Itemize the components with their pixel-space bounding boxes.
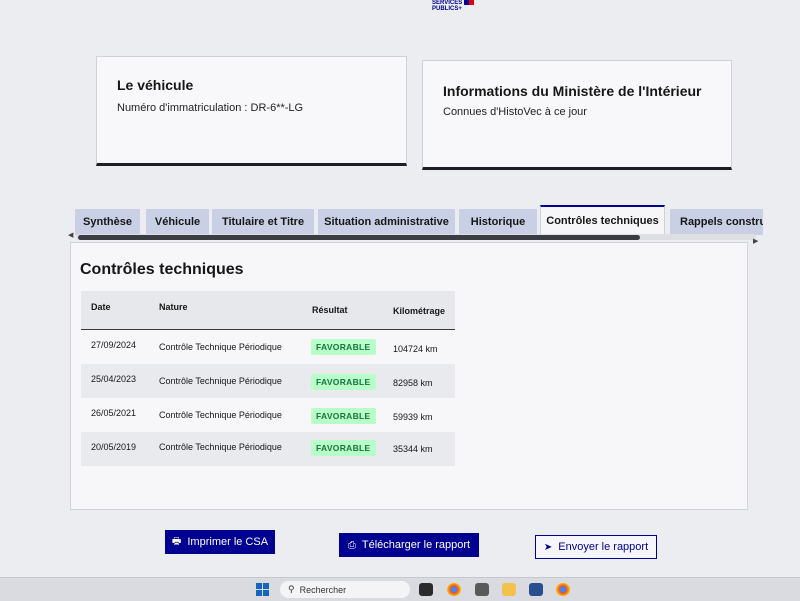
- vehicle-card-title: Le véhicule: [117, 77, 194, 93]
- tab-vehicule[interactable]: Véhicule: [146, 209, 209, 235]
- tab-synthese[interactable]: Synthèse: [75, 209, 140, 235]
- table-header: Date Nature Résultat Kilométrage: [81, 291, 455, 330]
- brand-text: SERVICES PUBLICS+: [432, 0, 463, 12]
- controles-panel: Contrôles techniques Date Nature Résulta…: [70, 242, 748, 510]
- col-date: Date: [91, 302, 111, 312]
- tab-historique[interactable]: Historique: [459, 209, 537, 235]
- controles-table: Date Nature Résultat Kilométrage 27/09/2…: [81, 291, 455, 466]
- taskbar-search-input[interactable]: ⚲ Rechercher: [280, 581, 410, 598]
- download-icon: ⎙: [347, 539, 356, 551]
- tab-titulaire[interactable]: Titulaire et Titre: [212, 209, 314, 235]
- plate-label: Numéro d'immatriculation : DR-6**-LG: [117, 102, 304, 114]
- row-date: 26/05/2021: [91, 408, 137, 418]
- row-km: 104724 km: [393, 344, 438, 354]
- row-km: 35344 km: [393, 444, 433, 454]
- table-row: 25/04/2023 Contrôle Technique Périodique…: [81, 364, 455, 398]
- row-nature: Contrôle Technique Périodique: [159, 442, 282, 452]
- col-nature: Nature: [159, 302, 188, 312]
- panel-title: Contrôles techniques: [80, 261, 244, 278]
- ministry-card: Informations du Ministère de l'Intérieur…: [422, 60, 732, 170]
- task-view-icon[interactable]: [419, 583, 433, 596]
- tab-rappels-constructeur[interactable]: Rappels constru: [670, 209, 763, 235]
- row-date: 25/04/2023: [91, 374, 137, 384]
- status-badge: FAVORABLE: [311, 374, 376, 390]
- scroll-right-arrow-icon[interactable]: ▶: [753, 237, 758, 245]
- download-report-button[interactable]: ⎙ Télécharger le rapport: [339, 533, 479, 557]
- ministry-card-title: Informations du Ministère de l'Intérieur: [443, 83, 702, 99]
- col-kilometrage: Kilométrage: [393, 306, 446, 316]
- send-report-button[interactable]: ➤ Envoyer le rapport: [535, 535, 657, 559]
- print-csa-button[interactable]: 🖶 Imprimer le CSA: [165, 530, 275, 554]
- row-km: 59939 km: [393, 412, 433, 422]
- row-date: 20/05/2019: [91, 442, 137, 452]
- vehicle-card: Le véhicule Numéro d'immatriculation : D…: [96, 56, 407, 166]
- app-icon[interactable]: [475, 583, 489, 596]
- row-nature: Contrôle Technique Périodique: [159, 376, 282, 386]
- send-icon: ➤: [543, 541, 553, 553]
- ministry-card-subtitle: Connues d'HistoVec à ce jour: [443, 106, 587, 118]
- brand-logo: SERVICES PUBLICS+: [432, 0, 474, 14]
- row-km: 82958 km: [393, 378, 433, 388]
- printer-icon: 🖶: [171, 535, 182, 547]
- store-icon[interactable]: [529, 583, 543, 596]
- brand-mark-icon: [464, 0, 474, 5]
- file-explorer-icon[interactable]: [502, 583, 516, 596]
- tab-scrollbar-thumb[interactable]: [78, 235, 640, 240]
- search-icon: ⚲: [288, 584, 295, 594]
- windows-start-icon[interactable]: [256, 583, 269, 596]
- table-row: 20/05/2019 Contrôle Technique Périodique…: [81, 432, 455, 466]
- row-date: 27/09/2024: [91, 340, 137, 350]
- tab-controles-techniques[interactable]: Contrôles techniques: [540, 205, 665, 235]
- chrome-icon[interactable]: [447, 583, 461, 596]
- chrome-icon[interactable]: [556, 583, 570, 596]
- col-resultat: Résultat: [312, 305, 348, 315]
- windows-taskbar: ⚲ Rechercher: [0, 577, 800, 601]
- tab-situation-administrative[interactable]: Situation administrative: [318, 209, 455, 235]
- row-nature: Contrôle Technique Périodique: [159, 410, 282, 420]
- table-row: 26/05/2021 Contrôle Technique Périodique…: [81, 398, 455, 432]
- status-badge: FAVORABLE: [311, 440, 376, 456]
- status-badge: FAVORABLE: [311, 408, 376, 424]
- scroll-left-arrow-icon[interactable]: ◀: [68, 231, 73, 239]
- tab-bar: Synthèse Véhicule Titulaire et Titre Sit…: [75, 203, 763, 235]
- row-nature: Contrôle Technique Périodique: [159, 342, 282, 352]
- status-badge: FAVORABLE: [311, 339, 376, 355]
- table-row: 27/09/2024 Contrôle Technique Périodique…: [81, 330, 455, 364]
